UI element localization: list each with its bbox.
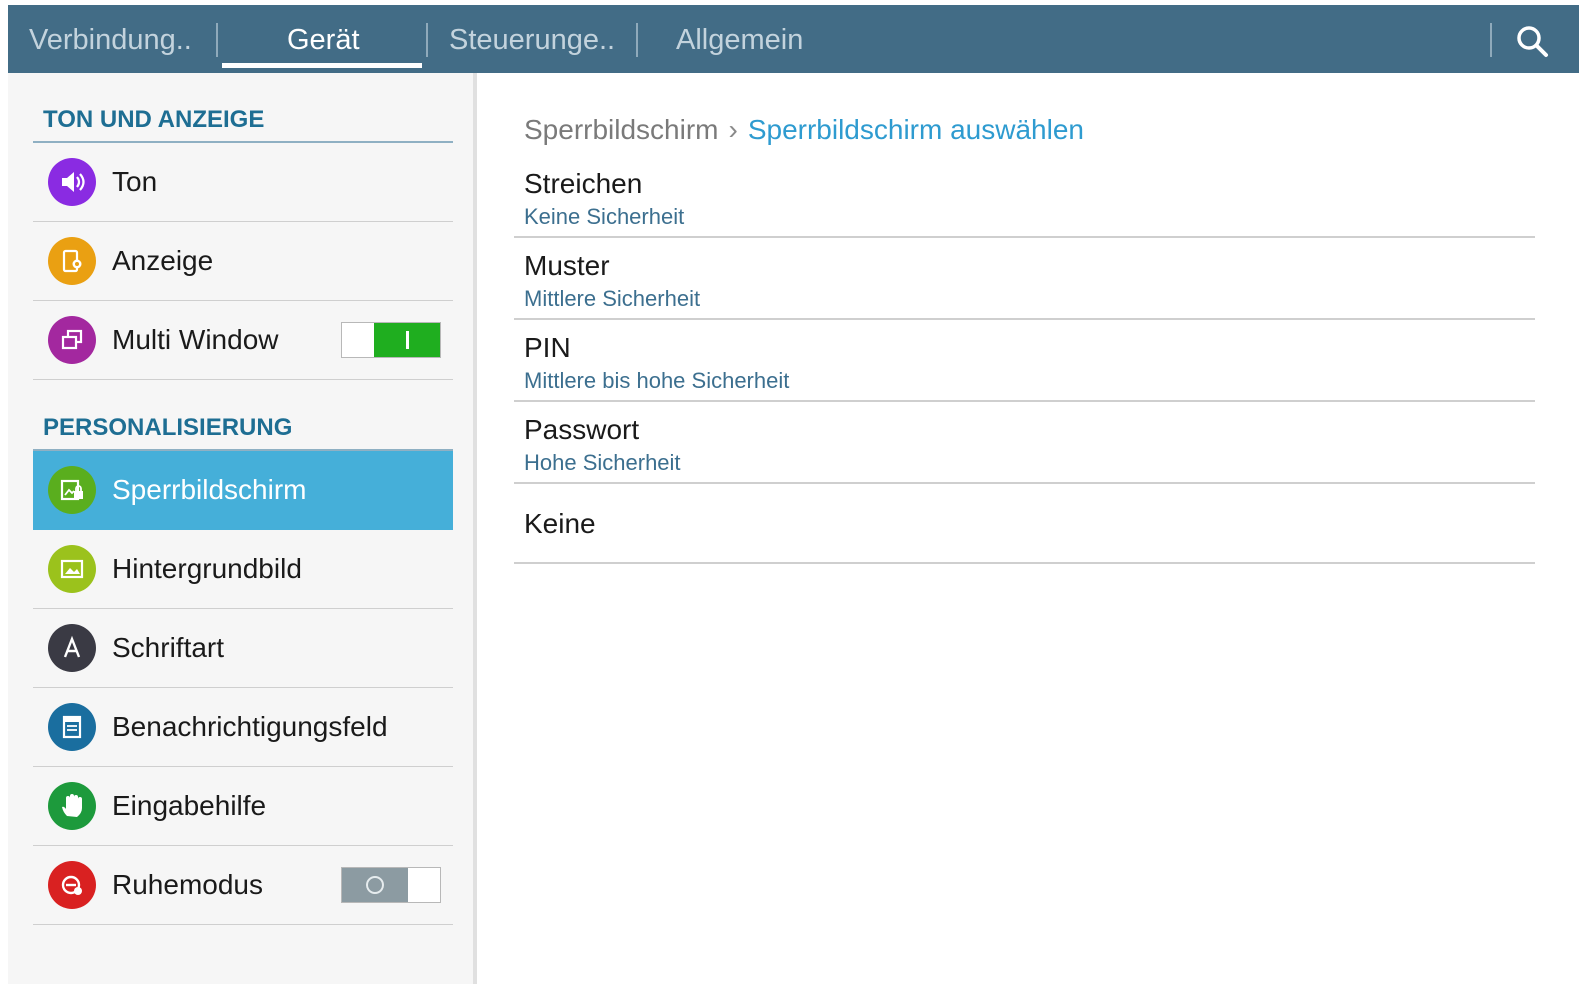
sidebar-item-ton[interactable]: Ton <box>33 143 453 222</box>
toggle-off-indicator <box>342 868 408 902</box>
volume-icon <box>48 158 96 206</box>
tab-divider <box>636 23 638 57</box>
option-title: Keine <box>524 508 596 539</box>
sidebar-item-multi-window[interactable]: Multi Window <box>33 301 453 380</box>
sidebar-item-hintergrundbild[interactable]: Hintergrundbild <box>33 530 453 609</box>
option-title: Passwort <box>524 414 640 445</box>
multi-window-icon <box>48 316 96 364</box>
lock-option-muster[interactable]: Muster Mittlere Sicherheit <box>514 238 1535 320</box>
breadcrumb: Sperrbildschirm › Sperrbildschirm auswähle… <box>524 110 1084 150</box>
breadcrumb-parent-link[interactable]: Sperrbildschirm <box>524 114 719 145</box>
lock-option-streichen[interactable]: Streichen Keine Sicherheit <box>514 156 1535 238</box>
sidebar-item-benachrichtigungsfeld[interactable]: Benachrichtigungsfeld <box>33 688 453 767</box>
tab-verbindungen[interactable]: Verbindung.. <box>29 5 192 73</box>
option-subtitle: Keine Sicherheit <box>524 204 685 229</box>
sidebar-item-label: Ruhemodus <box>112 869 263 900</box>
hand-icon <box>48 782 96 830</box>
option-title: Muster <box>524 250 610 281</box>
search-button[interactable] <box>1510 19 1554 63</box>
sidebar-item-label: Eingabehilfe <box>112 790 267 821</box>
section-header-personalisierung: PERSONALISIERUNG <box>33 406 453 451</box>
option-title: Streichen <box>524 168 643 199</box>
top-tab-bar: Verbindung.. Gerät Steuerunge.. Allgemei… <box>8 5 1579 73</box>
settings-sidebar: TON UND ANZEIGE Ton Anzeige Multi Window… <box>8 73 473 984</box>
chevron-right-icon: › <box>728 114 738 145</box>
lock-option-keine[interactable]: Keine <box>514 484 1535 564</box>
active-tab-indicator <box>222 63 422 68</box>
blocking-mode-icon <box>48 861 96 909</box>
sidebar-item-schriftart[interactable]: Schriftart <box>33 609 453 688</box>
sidebar-item-label: Schriftart <box>112 632 225 663</box>
tab-divider <box>1490 23 1492 57</box>
tab-steuerungen[interactable]: Steuerunge.. <box>449 5 615 73</box>
sidebar-item-ruhemodus[interactable]: Ruhemodus <box>33 846 453 925</box>
wallpaper-icon <box>48 545 96 593</box>
ruhemodus-toggle[interactable] <box>341 867 441 903</box>
multi-window-toggle[interactable] <box>341 322 441 358</box>
lock-option-pin[interactable]: PIN Mittlere bis hohe Sicherheit <box>514 320 1535 402</box>
option-subtitle: Hohe Sicherheit <box>524 450 681 475</box>
sidebar-item-label: Hintergrundbild <box>112 553 302 584</box>
sidebar-item-sperrbildschirm[interactable]: Sperrbildschirm <box>33 451 453 530</box>
sidebar-item-label: Benachrichtigungsfeld <box>112 711 388 742</box>
tab-divider <box>426 23 428 57</box>
lock-screen-icon <box>48 466 96 514</box>
option-subtitle: Mittlere bis hohe Sicherheit <box>524 368 790 393</box>
option-subtitle: Mittlere Sicherheit <box>524 286 701 311</box>
section-header-ton-und-anzeige: TON UND ANZEIGE <box>33 98 453 143</box>
display-icon <box>48 237 96 285</box>
breadcrumb-current: Sperrbildschirm auswählen <box>747 114 1084 145</box>
font-icon <box>48 624 96 672</box>
option-title: PIN <box>524 332 571 363</box>
sidebar-item-label: Multi Window <box>112 324 279 355</box>
sidebar-item-label: Ton <box>112 166 158 197</box>
lock-option-passwort[interactable]: Passwort Hohe Sicherheit <box>514 402 1535 484</box>
sidebar-item-anzeige[interactable]: Anzeige <box>33 222 453 301</box>
tab-divider <box>216 23 218 57</box>
sidebar-item-eingabehilfe[interactable]: Eingabehilfe <box>33 767 453 846</box>
sidebar-item-label: Anzeige <box>112 245 214 276</box>
search-icon <box>1517 26 1548 57</box>
toggle-on-indicator <box>374 323 440 357</box>
sidebar-item-label: Sperrbildschirm <box>112 474 307 505</box>
tab-allgemein[interactable]: Allgemein <box>676 5 803 73</box>
notification-panel-icon <box>48 703 96 751</box>
pane-divider <box>473 73 477 984</box>
